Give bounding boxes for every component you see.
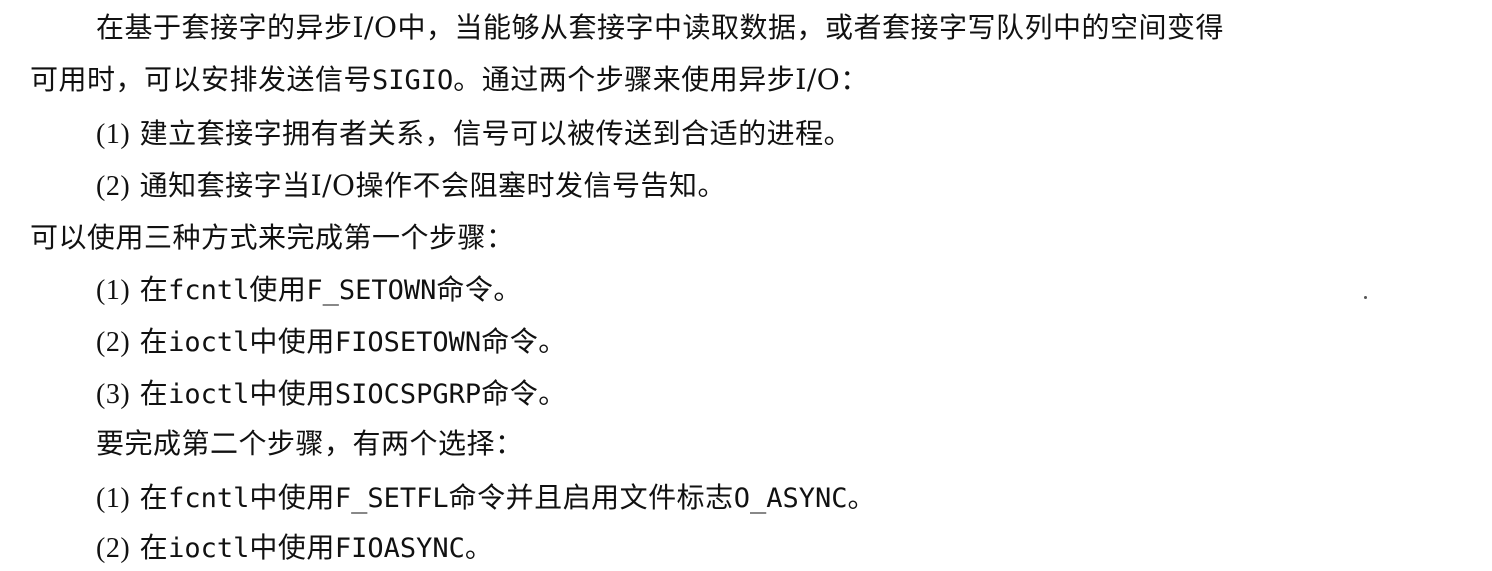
method-pre: 在 — [139, 325, 169, 358]
scan-speck — [1364, 296, 1367, 299]
method-mid: 中使用 — [249, 481, 335, 514]
method-mid: 中使用 — [249, 531, 335, 564]
method-post: 命令。 — [481, 325, 567, 358]
code-siocspgrp: SIOCSPGRP — [334, 379, 482, 410]
method-post: 命令。 — [481, 377, 567, 410]
method-pre: 在 — [139, 273, 169, 306]
list-number: (2) — [96, 171, 131, 202]
method-post: 。 — [847, 481, 876, 514]
step-item-2: (2) 通知套接字当I/O操作不会阻塞时发信号告知。 — [96, 164, 726, 208]
method-pre: 在 — [139, 481, 169, 514]
list-number: (2) — [96, 327, 131, 358]
step-item-1: (1) 建立套接字拥有者关系，信号可以被传送到合适的进程。 — [96, 112, 852, 156]
code-f-setfl: F_SETFL — [334, 483, 449, 514]
method-mid: 使用 — [249, 273, 307, 306]
paragraph-1-text-before: 可用时，可以安排发送信号 — [30, 63, 373, 96]
list-text: 通知套接字当I/O操作不会阻塞时发信号告知。 — [139, 169, 727, 202]
document-page: 在基于套接字的异步I/O中，当能够从套接字中读取数据，或者套接字写队列中的空间变… — [0, 0, 1492, 570]
method-post: 命令。 — [436, 273, 522, 306]
code-fcntl: fcntl — [168, 275, 250, 306]
step-2-intro: 要完成第二个步骤，有两个选择： — [96, 422, 524, 466]
list-number: (1) — [96, 275, 131, 306]
step-1-method-1: (1) 在fcntl使用F_SETOWN命令。 — [96, 268, 522, 312]
step-1-method-2: (2) 在ioctl中使用FIOSETOWN命令。 — [96, 320, 567, 364]
code-ioctl: ioctl — [168, 533, 250, 564]
code-sigio: SIGIO — [372, 65, 454, 96]
list-number: (1) — [96, 119, 131, 150]
paragraph-1-line-1: 在基于套接字的异步I/O中，当能够从套接字中读取数据，或者套接字写队列中的空间变… — [96, 6, 1224, 50]
method-mid-2: 命令并且启用文件标志 — [448, 481, 734, 514]
method-mid: 中使用 — [249, 377, 335, 410]
code-fiosetown: FIOSETOWN — [334, 327, 482, 358]
step-1-method-3: (3) 在ioctl中使用SIOCSPGRP命令。 — [96, 372, 567, 416]
method-post: 。 — [464, 531, 494, 564]
code-ioctl: ioctl — [168, 379, 250, 410]
code-fioasync: FIOASYNC — [334, 533, 465, 564]
step-1-intro: 可以使用三种方式来完成第一个步骤： — [30, 216, 515, 260]
method-pre: 在 — [139, 531, 169, 564]
list-number: (2) — [96, 533, 131, 564]
code-o-async: O_ASYNC — [733, 483, 848, 514]
list-number: (3) — [96, 379, 131, 410]
code-fcntl: fcntl — [168, 483, 250, 514]
list-number: (1) — [96, 483, 131, 514]
paragraph-1-text-after: 。通过两个步骤来使用异步I/O： — [453, 63, 869, 96]
code-f-setown: F_SETOWN — [306, 275, 437, 306]
step-2-method-2: (2) 在ioctl中使用FIOASYNC。 — [96, 526, 493, 570]
step-2-method-1: (1) 在fcntl中使用F_SETFL命令并且启用文件标志O_ASYNC。 — [96, 476, 876, 520]
paragraph-1-text: 在基于套接字的异步I/O中，当能够从套接字中读取数据，或者套接字写队列中的空间变… — [96, 11, 1224, 44]
method-pre: 在 — [139, 377, 169, 410]
paragraph-1-line-2: 可用时，可以安排发送信号SIGIO。通过两个步骤来使用异步I/O： — [30, 58, 869, 102]
method-mid: 中使用 — [249, 325, 335, 358]
code-ioctl: ioctl — [168, 327, 250, 358]
intro-text: 可以使用三种方式来完成第一个步骤： — [30, 221, 515, 254]
intro-text: 要完成第二个步骤，有两个选择： — [96, 427, 524, 460]
list-text: 建立套接字拥有者关系，信号可以被传送到合适的进程。 — [139, 117, 853, 150]
